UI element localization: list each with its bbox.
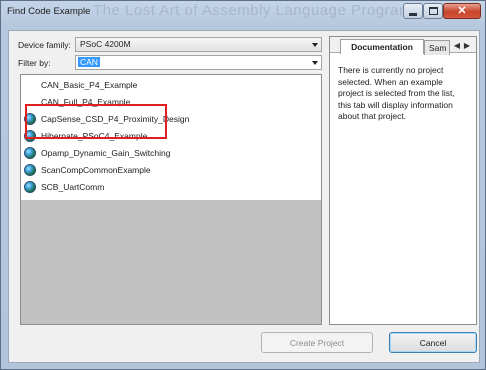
cancel-button[interactable]: Cancel: [389, 332, 477, 353]
filter-value: CAN: [78, 57, 100, 67]
list-item-label: SCB_UartComm: [41, 182, 105, 192]
tab-strip: Documentation Sam ◀ ▶: [330, 37, 476, 55]
documentation-text: There is currently no project selected. …: [338, 65, 455, 121]
device-family-select[interactable]: PSoC 4200M: [75, 37, 322, 52]
dialog-body: Device family: PSoC 4200M Filter by: CAN…: [8, 30, 480, 363]
chevron-down-icon: [312, 43, 318, 47]
annotation-highlight-box: [25, 104, 167, 139]
find-code-example-window: The Lost Art of Assembly Language Progra…: [0, 0, 486, 370]
maximize-button[interactable]: [423, 3, 443, 19]
title-bar[interactable]: The Lost Art of Assembly Language Progra…: [1, 1, 485, 23]
list-item[interactable]: CAN_Basic_P4_Example: [21, 77, 321, 94]
close-icon: ✕: [457, 4, 467, 17]
filter-input[interactable]: CAN: [75, 55, 322, 70]
documentation-panel: Documentation Sam ◀ ▶ There is currently…: [329, 36, 477, 325]
tab-sample[interactable]: Sam: [424, 40, 450, 55]
minimize-icon: [409, 12, 417, 16]
list-item-label: CAN_Basic_P4_Example: [41, 80, 138, 90]
create-project-button[interactable]: Create Project: [261, 332, 373, 353]
maximize-icon: [428, 7, 438, 15]
chevron-down-icon: [312, 61, 318, 65]
tab-documentation[interactable]: Documentation: [340, 39, 424, 54]
list-item-label: Opamp_Dynamic_Gain_Switching: [41, 148, 171, 158]
filter-label: Filter by:: [18, 58, 51, 68]
close-button[interactable]: ✕: [443, 3, 481, 19]
list-item[interactable]: Opamp_Dynamic_Gain_Switching: [21, 145, 321, 162]
window-title: Find Code Example: [7, 6, 91, 17]
list-item-label: ScanCompCommonExample: [41, 165, 151, 175]
globe-icon: [24, 164, 36, 176]
device-family-value: PSoC 4200M: [80, 39, 131, 49]
list-item[interactable]: SCB_UartComm: [21, 179, 321, 196]
tab-scroll-left-icon[interactable]: ◀: [452, 39, 462, 51]
globe-icon: [24, 181, 36, 193]
list-item[interactable]: ScanCompCommonExample: [21, 162, 321, 179]
tab-scroll-right-icon[interactable]: ▶: [462, 39, 472, 51]
globe-icon: [24, 147, 36, 159]
background-window-title: The Lost Art of Assembly Language Progra…: [93, 2, 447, 19]
minimize-button[interactable]: [403, 3, 423, 19]
device-family-label: Device family:: [18, 40, 71, 50]
